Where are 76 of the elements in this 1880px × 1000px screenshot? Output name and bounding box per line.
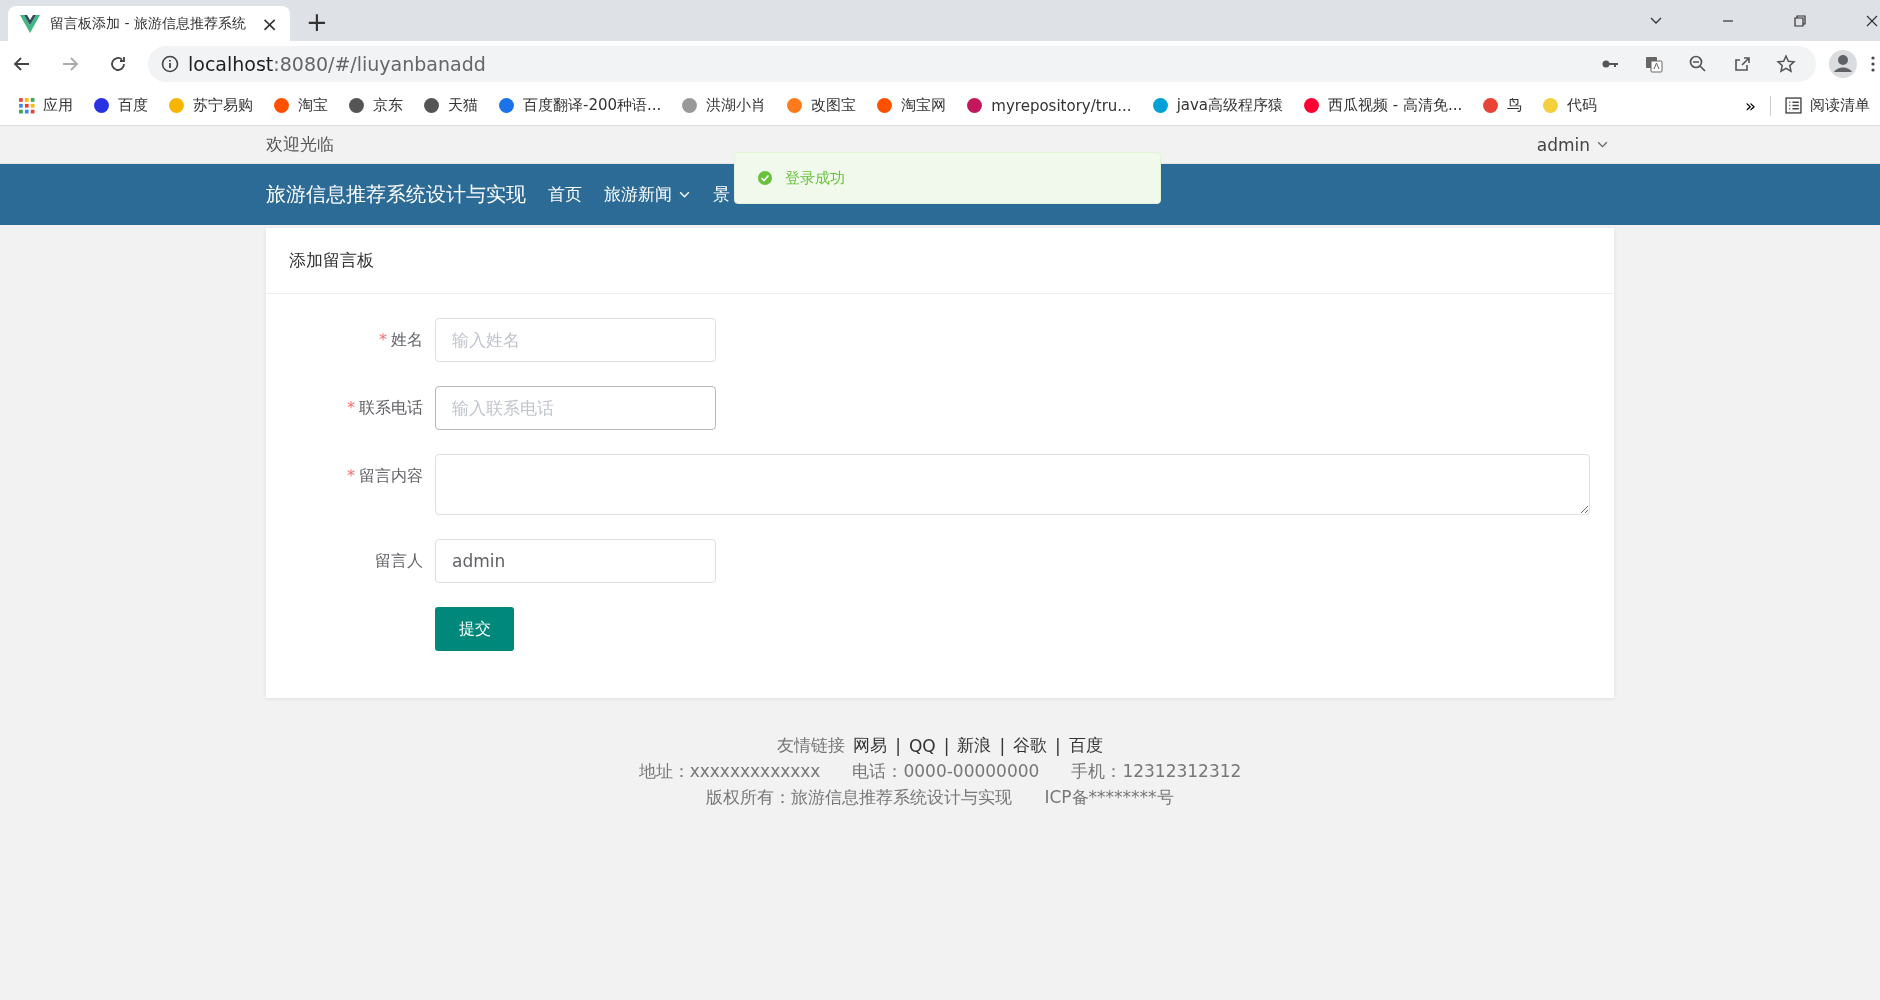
- tab-title: 留言板添加 - 旅游信息推荐系统: [50, 14, 247, 33]
- input-field[interactable]: 输入联系电话: [435, 386, 716, 430]
- favicon-icon: [1151, 97, 1169, 114]
- contact-text: 地址：xxxxxxxxxxxxx: [638, 760, 821, 783]
- favicon-icon: [168, 97, 185, 114]
- bookmark[interactable]: 淘宝: [263, 96, 338, 115]
- favicon-icon: [1482, 97, 1500, 114]
- bookmark[interactable]: 洪湖小肖: [671, 96, 777, 115]
- favicon-icon: [93, 97, 110, 114]
- bookmark[interactable]: 淘宝网: [866, 96, 957, 115]
- more-bookmarks-button[interactable]: »: [1745, 95, 1756, 116]
- info-icon: [160, 53, 180, 74]
- close-icon[interactable]: [1864, 13, 1880, 29]
- user-menu[interactable]: admin: [1536, 134, 1609, 155]
- welcome-text: 欢迎光临: [266, 133, 334, 156]
- v-logo-icon: [20, 14, 40, 33]
- card-title: 添加留言板: [289, 249, 374, 272]
- copyright-text: 版权所有：旅游信息推荐系统设计与实现: [706, 786, 1013, 809]
- bookmark[interactable]: 苏宁易购: [158, 96, 263, 115]
- field-label: * 姓名: [378, 329, 424, 351]
- bookmark[interactable]: 天猫: [413, 96, 488, 115]
- browser-tab[interactable]: 留言板添加 - 旅游信息推荐系统 ×: [8, 6, 290, 41]
- bookmark[interactable]: 应用: [8, 96, 83, 115]
- reading-list-button[interactable]: 阅读清单: [1775, 96, 1880, 115]
- bookmark[interactable]: 京东: [338, 96, 413, 115]
- separator-text: |: [895, 735, 901, 756]
- site-title[interactable]: 旅游信息推荐系统设计与实现: [266, 181, 526, 208]
- friend-link[interactable]: 网易: [853, 734, 888, 757]
- submit-button[interactable]: 提交: [435, 607, 514, 651]
- friend-link[interactable]: 新浪: [957, 734, 992, 757]
- bookmark[interactable]: 鸟: [1472, 96, 1533, 115]
- bookmark[interactable]: 西瓜视频 - 高清免...: [1293, 96, 1473, 115]
- list-icon: [1785, 97, 1802, 114]
- copyright-text: ICP备********号: [1044, 786, 1174, 809]
- bookmark[interactable]: java高级程序猿: [1141, 96, 1294, 115]
- check-circle-icon: [757, 170, 773, 186]
- field-label: * 留言内容: [346, 465, 424, 487]
- contact-text: 手机：12312312312: [1071, 760, 1242, 783]
- bookmark[interactable]: myrepository/tru...: [956, 96, 1142, 115]
- apps-grid-icon: [18, 97, 35, 114]
- favicon-icon: [498, 97, 515, 114]
- close-tab-button[interactable]: ×: [261, 11, 278, 36]
- favicon-icon: [786, 97, 804, 114]
- favicon-icon: [681, 97, 699, 114]
- favicon-icon: [1542, 97, 1560, 114]
- toast-message: 登录成功: [785, 168, 845, 188]
- favicon-icon: [876, 97, 894, 114]
- separator-text: |: [1055, 735, 1061, 756]
- bookmark[interactable]: 百度: [83, 96, 158, 115]
- favicon-icon: [966, 97, 984, 114]
- friend-link[interactable]: 谷歌: [1013, 734, 1048, 757]
- bookmark[interactable]: 改图宝: [776, 96, 867, 115]
- profile-icon[interactable]: [1828, 48, 1858, 79]
- restore-icon[interactable]: [1792, 13, 1808, 29]
- favicon-icon: [273, 97, 290, 114]
- friend-link[interactable]: 百度: [1068, 734, 1103, 757]
- bookmark[interactable]: 代码: [1532, 96, 1608, 115]
- separator-text: |: [999, 735, 1006, 756]
- links-label: 友情链接: [777, 734, 846, 757]
- field-label: * 联系电话: [346, 397, 424, 419]
- favicon-icon: [1303, 97, 1321, 114]
- bookmark[interactable]: 百度翻译-200种语...: [488, 96, 672, 115]
- favicon-icon: [348, 97, 365, 114]
- input-field[interactable]: 输入姓名: [435, 318, 716, 362]
- favicon-icon: [423, 97, 440, 114]
- nav-item[interactable]: 景: [713, 183, 730, 206]
- contact-text: 电话：0000-00000000: [852, 760, 1040, 783]
- input-field[interactable]: admin: [435, 539, 716, 583]
- new-tab-button[interactable]: +: [306, 7, 328, 37]
- address-bar[interactable]: localhost:8080/#/liuyanbanadd: [148, 45, 1816, 82]
- separator-text: |: [943, 735, 950, 756]
- field-label: 留言人: [374, 550, 424, 572]
- friend-link[interactable]: QQ: [908, 735, 936, 756]
- nav-item[interactable]: 首页: [548, 183, 582, 206]
- url-text: localhost:8080/#/liuyanbanadd: [188, 52, 486, 75]
- nav-item[interactable]: 旅游新闻: [604, 183, 691, 206]
